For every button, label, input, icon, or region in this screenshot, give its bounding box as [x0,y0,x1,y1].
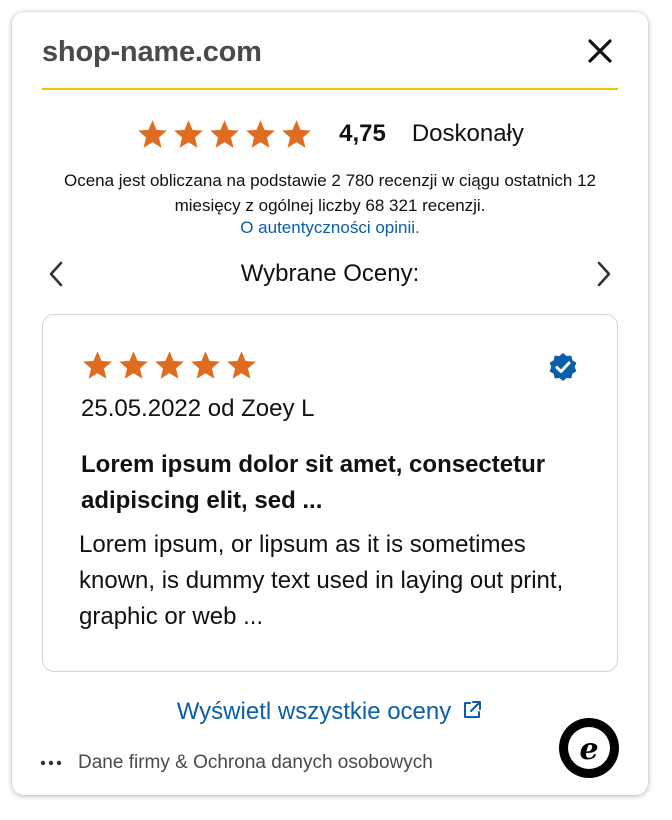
review-stars [81,349,258,382]
rating-score: 4,75 [339,120,386,147]
rating-description: Ocena jest obliczana na podstawie 2 780 … [63,171,597,215]
review-body: Lorem ipsum, or lipsum as it is sometime… [79,531,564,630]
review-card[interactable]: 25.05.2022 od Zoey L Lorem ipsum dolor s… [42,314,618,672]
star-icon [83,351,112,379]
trusted-shops-logo-icon[interactable]: e [558,717,620,779]
star-icon [282,119,311,148]
reviews-widget: shop-name.com 4,75 Doskonały Ocena jest … [12,12,648,795]
verified-badge-icon [549,353,577,381]
next-review-button[interactable] [592,258,616,290]
widget-footer: Dane firmy & Ochrona danych osobowych [40,750,433,776]
view-all-reviews-label: Wyświetl wszystkie oceny [176,698,452,725]
carousel-title: Wybrane Oceny: [240,260,420,287]
shop-name: shop-name.com [42,36,262,68]
star-icon [138,119,167,148]
view-all-reviews-link[interactable]: Wyświetl wszystkie oceny [12,698,648,726]
rating-grade: Doskonały [411,120,524,147]
star-icon [174,119,203,148]
chevron-right-icon [597,261,611,287]
widget-header: shop-name.com [42,34,618,90]
review-carousel-nav: Wybrane Oceny: [42,256,618,292]
star-icon [210,119,239,148]
close-icon [588,39,612,63]
more-dots-icon[interactable] [40,758,62,768]
company-data-privacy-link[interactable]: Dane firmy & Ochrona danych osobowych [78,752,433,774]
rating-summary: 4,75 Doskonały [12,114,648,154]
logo-letter: e [579,732,598,767]
authenticity-link[interactable]: O autentyczności opinii. [12,218,648,238]
star-icon [191,351,220,379]
summary-stars [136,118,313,151]
star-icon [246,119,275,148]
review-title: Lorem ipsum dolor sit amet, consectetur … [81,451,546,514]
star-icon [227,351,256,379]
review-date-author: 25.05.2022 od Zoey L [81,395,315,422]
star-icon [119,351,148,379]
close-button[interactable] [582,34,618,70]
external-link-icon [464,701,482,718]
star-icon [155,351,184,379]
